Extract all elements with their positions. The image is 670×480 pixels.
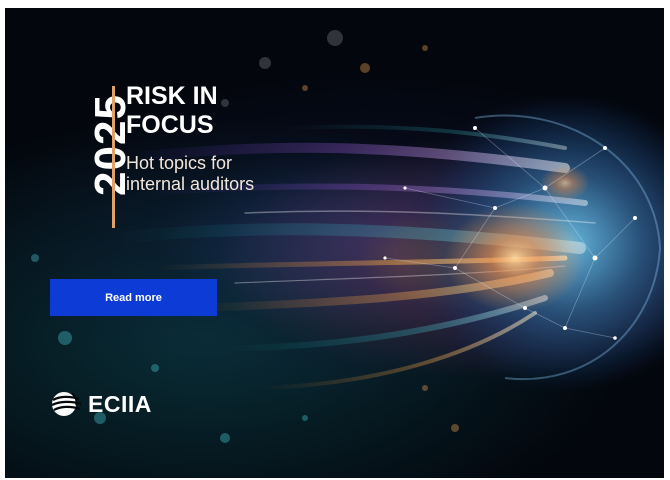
risk-in-focus-banner[interactable]: 2025 RISK IN FOCUS Hot topics for intern…: [5, 8, 664, 478]
report-title: RISK IN FOCUS: [126, 82, 218, 139]
eciia-globe-logo-icon: [51, 392, 82, 416]
eciia-logo: ECIIA: [50, 389, 152, 419]
title-block: 2025 RISK IN FOCUS Hot topics for intern…: [43, 78, 263, 228]
report-subtitle: Hot topics for internal auditors: [126, 153, 255, 194]
title-divider: [112, 86, 115, 228]
brand-name: ECIIA: [88, 390, 152, 417]
read-more-button[interactable]: Read more: [50, 279, 217, 316]
